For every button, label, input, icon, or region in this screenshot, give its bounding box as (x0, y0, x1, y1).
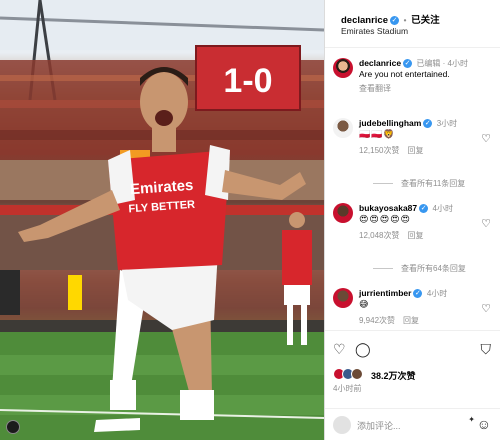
avatar (333, 416, 351, 434)
comment-meta: 已编辑 · 4小时 (416, 59, 468, 68)
emoji-icon[interactable]: ☺ (477, 416, 491, 432)
translate-link[interactable]: 查看翻译 (359, 84, 391, 93)
location-link[interactable]: Emirates Stadium (341, 26, 408, 36)
header-dot: • (403, 16, 407, 25)
view-replies-link[interactable]: 查看所有64条回复 (373, 263, 466, 274)
likes-count[interactable]: 38.2万次赞 (371, 369, 416, 382)
avatar[interactable] (333, 203, 353, 223)
verified-icon: ✓ (403, 59, 413, 69)
post-sidebar: declanrice ✓ • 已关注 Emirates Stadium decla… (324, 0, 500, 440)
bookmark-icon[interactable]: ⛉ (481, 341, 492, 358)
comment-meta: 4小时 (432, 204, 453, 213)
post-photo[interactable]: 1-0 Emirates FLY BETTER (0, 0, 324, 440)
liker-avatar (351, 368, 363, 380)
verified-icon: ✓ (390, 15, 399, 25)
comment-likes[interactable]: 12,048次赞 (359, 231, 399, 240)
comment-text: 😅 (359, 299, 370, 309)
caption-body: declanrice ✓ 已编辑 · 4小时 Are you not entert… (359, 58, 497, 94)
post-actions: ♡ ◯ ⛉ 38.2万次赞 4小时前 (325, 330, 500, 410)
caption-text: Are you not entertained. (359, 69, 450, 79)
comment-text: 😍😍😍😍😍 (359, 214, 411, 224)
reply-button[interactable]: 回复 (403, 316, 419, 325)
comment-input[interactable]: 添加评论... (357, 419, 401, 432)
comment-username[interactable]: jurrientimber (359, 288, 411, 298)
sparkle-icon[interactable]: ✦ (468, 415, 475, 424)
comment-username[interactable]: bukayosaka87 (359, 203, 417, 213)
view-replies-link[interactable]: 查看所有11条回复 (373, 178, 465, 189)
verified-icon: ✓ (423, 119, 433, 129)
like-comment-heart-icon[interactable]: ♡ (481, 217, 491, 230)
verified-icon: ✓ (419, 204, 429, 214)
scoreboard-score: 1-0 (223, 62, 272, 100)
profile-avatar-icon[interactable] (6, 420, 20, 434)
like-comment-heart-icon[interactable]: ♡ (481, 132, 491, 145)
comment-likes[interactable]: 9,942次赞 (359, 316, 395, 325)
comment-meta: 4小时 (426, 289, 448, 298)
celebration-photo: 1-0 Emirates FLY BETTER (0, 0, 324, 440)
comment-body: bukayosaka87 ✓ 4小时 😍😍😍😍😍 12,048次赞 回复 (359, 203, 477, 241)
comment-username[interactable]: judebellingham (359, 118, 421, 128)
comment-likes[interactable]: 12,150次赞 (359, 146, 399, 155)
header-user: declanrice ✓ • 已关注 (341, 12, 440, 26)
post-header: declanrice ✓ • 已关注 Emirates Stadium (325, 0, 500, 48)
comment-body: jurrientimber ✓ 4小时 😅 9,942次赞 回复 (359, 288, 477, 326)
header-username[interactable]: declanrice (341, 15, 388, 26)
reply-button[interactable]: 回复 (407, 146, 423, 155)
comment-body: judebellingham ✓ 3小时 🇵🇱🇵🇱🦁 12,150次赞 回复 (359, 118, 477, 156)
comment-text: 🇵🇱🇵🇱🦁 (359, 129, 396, 139)
add-comment-bar: 添加评论... ✦ ☺ (325, 408, 500, 440)
avatar[interactable] (333, 288, 353, 308)
comment-meta: 3小时 (436, 119, 458, 128)
post-time: 4小时前 (333, 384, 362, 393)
avatar[interactable] (333, 58, 353, 78)
comment-username[interactable]: declanrice (359, 58, 401, 68)
follow-button[interactable]: 已关注 (411, 15, 440, 26)
like-heart-icon[interactable]: ♡ (333, 341, 346, 358)
comments-list[interactable]: declanrice ✓ 已编辑 · 4小时 Are you not entert… (325, 48, 500, 330)
reply-button[interactable]: 回复 (407, 231, 423, 240)
like-comment-heart-icon[interactable]: ♡ (481, 302, 491, 315)
avatar[interactable] (333, 118, 353, 138)
comment-icon[interactable]: ◯ (355, 341, 371, 358)
verified-icon: ✓ (413, 289, 423, 299)
